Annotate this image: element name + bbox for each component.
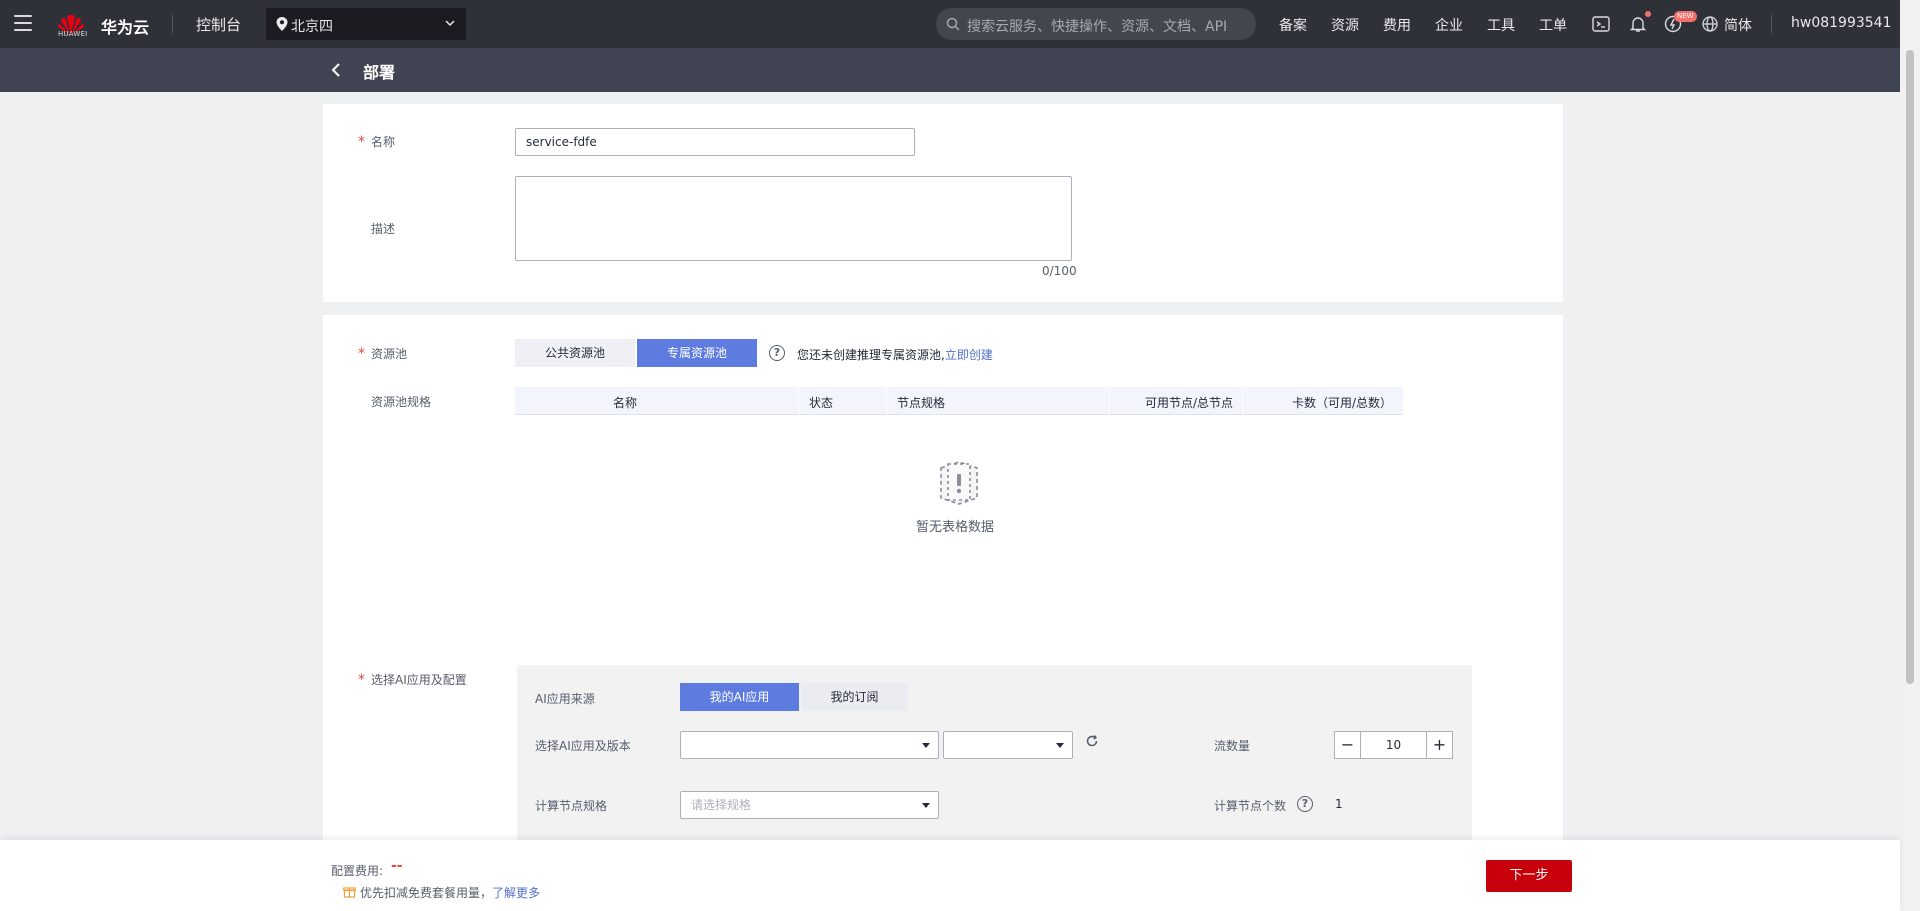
top-nav-bar: HUAWEI 华为云 控制台 北京四 搜索云服务、快捷操作、资源、文档、API … [0, 0, 1900, 48]
tab-my-subscriptions[interactable]: 我的订阅 [801, 683, 908, 711]
divider [1771, 15, 1772, 33]
resource-pool-label: 资源池 [358, 345, 407, 362]
traffic-label: 流数量 [1214, 739, 1251, 753]
refresh-icon[interactable] [1085, 734, 1099, 748]
scrollbar-thumb[interactable] [1906, 50, 1914, 684]
traffic-stepper[interactable]: − 10 + [1334, 731, 1453, 759]
region-selector[interactable]: 北京四 [266, 8, 466, 40]
region-label: 北京四 [291, 19, 333, 35]
page-scrollbar[interactable] [1900, 0, 1920, 911]
create-pool-link[interactable]: 立即创建 [945, 348, 993, 362]
pool-spec-label: 资源池规格 [371, 395, 432, 409]
tab-dedicated-pool[interactable]: 专属资源池 [637, 339, 757, 367]
ai-version-select[interactable] [943, 731, 1073, 759]
console-link[interactable]: 控制台 [196, 14, 241, 35]
empty-data-icon [940, 461, 978, 505]
column-header-node-spec: 节点规格 [897, 396, 946, 410]
nav-link-filing[interactable]: 备案 [1279, 15, 1307, 35]
menu-icon[interactable] [14, 15, 32, 31]
language-switch[interactable]: 简体 [1724, 15, 1752, 35]
nav-link-tickets[interactable]: 工单 [1539, 15, 1567, 35]
back-arrow-icon[interactable] [330, 62, 342, 78]
column-divider [1242, 387, 1243, 415]
question-icon[interactable]: ? [1297, 796, 1313, 812]
user-account[interactable]: hw081993541 [1791, 15, 1892, 31]
logo-subtext: HUAWEI [58, 30, 88, 38]
page-header: 部署 [0, 48, 1900, 92]
column-divider [798, 387, 799, 415]
location-pin-icon [276, 17, 288, 31]
tab-public-pool[interactable]: 公共资源池 [515, 339, 635, 367]
column-divider [886, 387, 887, 415]
nav-link-resources[interactable]: 资源 [1331, 15, 1359, 35]
caret-down-icon [922, 803, 930, 808]
ai-source-label: AI应用来源 [535, 692, 595, 706]
node-spec-label: 计算节点规格 [535, 799, 608, 813]
new-badge: NEW [1674, 11, 1697, 22]
page-title: 部署 [363, 63, 396, 82]
question-icon[interactable]: ? [769, 345, 785, 361]
description-label: 描述 [371, 222, 396, 236]
node-count-value: 1 [1335, 797, 1343, 811]
name-label: 名称 [358, 133, 395, 150]
description-counter: 0/100 [1042, 264, 1077, 278]
column-header-status: 状态 [809, 396, 834, 410]
terminal-icon[interactable] [1591, 14, 1611, 34]
promo-message: 优先扣减免费套餐用量， [360, 886, 493, 900]
node-count-label: 计算节点个数 [1214, 799, 1287, 813]
footer-bar: 配置费用: -- 优先扣减免费套餐用量，了解更多 下一步 [0, 840, 1900, 911]
column-header-name: 名称 [613, 396, 638, 410]
nav-link-billing[interactable]: 费用 [1383, 15, 1411, 35]
column-divider [1109, 387, 1110, 415]
notification-dot [1645, 11, 1651, 17]
bell-icon[interactable] [1628, 14, 1648, 34]
column-header-nodes: 可用节点/总节点 [1145, 396, 1234, 410]
global-search[interactable]: 搜索云服务、快捷操作、资源、文档、API [936, 8, 1256, 40]
search-icon [946, 17, 960, 31]
node-spec-select[interactable]: 请选择规格 [680, 791, 939, 819]
node-spec-placeholder: 请选择规格 [691, 798, 752, 812]
caret-down-icon [922, 743, 930, 748]
nav-link-tools[interactable]: 工具 [1487, 15, 1515, 35]
traffic-value[interactable]: 10 [1362, 732, 1425, 758]
fee-value: -- [391, 858, 403, 874]
increment-button[interactable]: + [1426, 732, 1452, 758]
brand-name[interactable]: 华为云 [101, 14, 149, 38]
pool-hint: 您还未创建推理专属资源池,立即创建 [797, 346, 993, 363]
caret-down-icon [1056, 743, 1064, 748]
pool-table-header: 名称 状态 节点规格 可用节点/总节点 卡数（可用/总数） [515, 387, 1403, 415]
pool-hint-text: 您还未创建推理专属资源池, [797, 348, 945, 362]
learn-more-link[interactable]: 了解更多 [492, 886, 540, 900]
description-textarea[interactable] [515, 176, 1072, 261]
nav-link-enterprise[interactable]: 企业 [1435, 15, 1463, 35]
ai-app-label: 选择AI应用及配置 [358, 671, 467, 688]
empty-table-text: 暂无表格数据 [916, 520, 995, 535]
column-header-cards: 卡数（可用/总数） [1292, 396, 1393, 410]
promo-text: 优先扣减免费套餐用量，了解更多 [360, 884, 540, 901]
divider [172, 15, 173, 33]
tab-my-ai-apps[interactable]: 我的AI应用 [680, 683, 799, 711]
ai-version-label: 选择AI应用及版本 [535, 739, 631, 753]
search-input[interactable]: 搜索云服务、快捷操作、资源、文档、API [967, 16, 1227, 36]
gift-icon [343, 887, 356, 898]
next-step-button[interactable]: 下一步 [1486, 860, 1572, 892]
chevron-down-icon [445, 20, 455, 27]
decrement-button[interactable]: − [1335, 732, 1361, 758]
name-input[interactable]: service-fdfe [515, 128, 915, 156]
fee-label: 配置费用: [331, 864, 384, 878]
globe-icon[interactable] [1700, 14, 1720, 34]
ai-app-select[interactable] [680, 731, 939, 759]
